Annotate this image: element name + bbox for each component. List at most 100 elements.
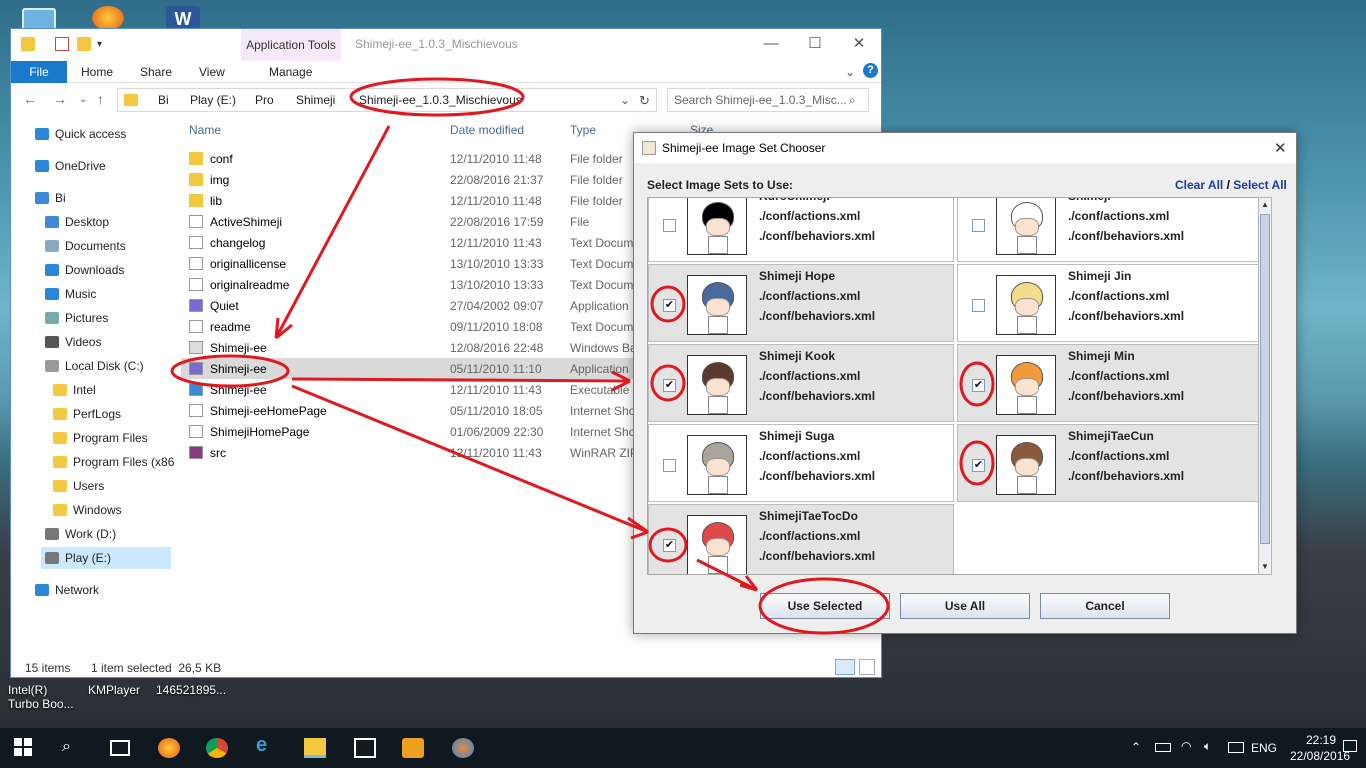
customize-qat-icon[interactable]: ▾ <box>97 39 111 53</box>
image-set-card-shimeji-suga[interactable]: Shimeji Suga ./conf/actions.xml ./conf/beh… <box>648 424 954 502</box>
nav-item-quick-access[interactable]: Quick access <box>35 123 126 145</box>
language-indicator[interactable]: ENG <box>1251 741 1277 755</box>
windows-start-icon[interactable] <box>14 738 32 756</box>
nav-item-network[interactable]: Network <box>35 579 99 601</box>
details-view-icon[interactable] <box>835 659 855 675</box>
cancel-button[interactable]: Cancel <box>1040 593 1170 619</box>
select-all-link[interactable]: Select All <box>1233 178 1287 192</box>
media-player-icon[interactable] <box>402 738 424 758</box>
new-folder-icon[interactable] <box>77 37 91 51</box>
battery-icon[interactable] <box>1155 743 1171 752</box>
scroll-thumb[interactable] <box>1260 214 1270 544</box>
clear-all-link[interactable]: Clear All <box>1175 178 1223 192</box>
image-set-checkbox[interactable]: ✔ <box>972 379 985 392</box>
firefox-desktop-icon[interactable] <box>92 6 124 30</box>
image-set-card-shimeji[interactable]: Shimeji ./conf/actions.xml ./conf/behavior… <box>957 198 1263 262</box>
image-set-checkbox[interactable] <box>972 299 985 312</box>
vertical-scrollbar[interactable]: ▲ ▼ <box>1258 197 1272 575</box>
task-view-icon[interactable] <box>110 740 130 756</box>
image-set-card-shimeji-jin[interactable]: Shimeji Jin ./conf/actions.xml ./conf/beha… <box>957 264 1263 342</box>
store-icon[interactable] <box>354 738 376 758</box>
nav-item-perflogs[interactable]: PerfLogs <box>53 403 121 425</box>
nav-item-documents[interactable]: Documents <box>45 235 126 257</box>
nav-item-bi[interactable]: Bi <box>35 187 66 209</box>
column-name[interactable]: Name <box>189 123 221 137</box>
image-set-checkbox[interactable] <box>663 219 676 232</box>
breadcrumb-pro[interactable]: Pro <box>255 93 274 107</box>
use-all-button[interactable]: Use All <box>900 593 1030 619</box>
chrome-icon[interactable] <box>206 738 228 758</box>
dialog-close-button[interactable]: ✕ <box>1274 139 1287 157</box>
forward-icon[interactable]: → <box>53 91 67 107</box>
nav-item-users[interactable]: Users <box>53 475 104 497</box>
desktop-label-kmplayer[interactable]: KMPlayer <box>88 683 140 697</box>
scroll-up-icon[interactable]: ▲ <box>1259 198 1271 212</box>
tab-manage[interactable]: Manage <box>269 65 312 79</box>
show-hidden-icons-icon[interactable]: ⌃ <box>1131 740 1141 754</box>
tab-view[interactable]: View <box>199 65 225 79</box>
image-set-card-shimejitaetocdo[interactable]: ✔ ShimejiTaeTocDo ./conf/actions.xml ./conf… <box>648 504 954 574</box>
close-button[interactable]: ✕ <box>837 33 881 55</box>
recent-locations-icon[interactable]: ⌄ <box>79 94 87 105</box>
up-icon[interactable]: ↑ <box>97 91 104 107</box>
breadcrumb-current[interactable]: Shimeji-ee_1.0.3_Mischievous <box>359 93 522 107</box>
nav-item-intel[interactable]: Intel <box>53 379 96 401</box>
image-set-checkbox[interactable] <box>663 459 676 472</box>
file-explorer-icon[interactable] <box>304 738 326 758</box>
notifications-icon[interactable] <box>1343 740 1357 752</box>
breadcrumb-bi[interactable]: Bi <box>158 93 169 107</box>
image-set-card-shimeji-kook[interactable]: ✔ Shimeji Kook ./conf/actions.xml ./conf/be… <box>648 344 954 422</box>
keyboard-icon[interactable] <box>1228 742 1244 753</box>
scroll-down-icon[interactable]: ▼ <box>1259 560 1271 574</box>
image-set-checkbox[interactable] <box>972 219 985 232</box>
nav-item-program-files[interactable]: Program Files <box>53 427 148 449</box>
tab-home[interactable]: Home <box>81 65 113 79</box>
tab-share[interactable]: Share <box>140 65 172 79</box>
nav-item-windows[interactable]: Windows <box>53 499 122 521</box>
address-bar[interactable]: Bi Play (E:) Pro Shimeji Shimeji-ee_1.0.… <box>117 88 657 112</box>
image-set-checkbox[interactable]: ✔ <box>972 459 985 472</box>
column-date[interactable]: Date modified <box>450 123 524 137</box>
refresh-icon[interactable]: ↻ <box>639 93 650 109</box>
edge-icon[interactable]: e <box>256 734 278 756</box>
nav-item-music[interactable]: Music <box>45 283 96 305</box>
nav-item-local-disk-c-[interactable]: Local Disk (C:) <box>45 355 144 377</box>
clock-date[interactable]: 22/08/2016 <box>1290 749 1350 763</box>
back-icon[interactable]: ← <box>23 91 37 107</box>
search-icon[interactable]: ⌕ <box>62 738 84 758</box>
use-selected-button[interactable]: Use Selected <box>760 593 890 619</box>
expand-ribbon-icon[interactable]: ⌄ <box>845 65 855 79</box>
help-icon[interactable]: ? <box>863 63 878 78</box>
maximize-button[interactable]: ☐ <box>793 33 837 55</box>
image-set-checkbox[interactable]: ✔ <box>663 299 676 312</box>
properties-icon[interactable] <box>55 37 69 51</box>
image-set-checkbox[interactable]: ✔ <box>663 539 676 552</box>
image-set-card-kuroshimeji[interactable]: KuroShimeji ./conf/actions.xml ./conf/beha… <box>648 198 954 262</box>
nav-item-desktop[interactable]: Desktop <box>45 211 109 233</box>
image-set-checkbox[interactable]: ✔ <box>663 379 676 392</box>
search-input[interactable]: Search Shimeji-ee_1.0.3_Misc... <box>667 88 869 112</box>
image-set-card-shimeji-hope[interactable]: ✔ Shimeji Hope ./conf/actions.xml ./conf/be… <box>648 264 954 342</box>
minimize-button[interactable]: — <box>749 33 793 55</box>
wifi-icon[interactable]: ◠ <box>1181 739 1191 753</box>
firefox-icon[interactable] <box>158 738 180 758</box>
image-set-card-shimejitaecun[interactable]: ✔ ShimejiTaeCun ./conf/actions.xml ./conf/b… <box>957 424 1263 502</box>
desktop-label-intel[interactable]: Intel(R) Turbo Boo... <box>8 683 78 711</box>
nav-item-work-d-[interactable]: Work (D:) <box>45 523 116 545</box>
nav-item-videos[interactable]: Videos <box>45 331 101 353</box>
nav-item-onedrive[interactable]: OneDrive <box>35 155 106 177</box>
nav-item-downloads[interactable]: Downloads <box>45 259 124 281</box>
volume-icon[interactable]: 🔈︎ <box>1204 739 1211 754</box>
image-set-card-shimeji-min[interactable]: ✔ Shimeji Min ./conf/actions.xml ./conf/beh… <box>957 344 1263 422</box>
large-icons-view-icon[interactable] <box>859 659 875 675</box>
column-type[interactable]: Type <box>570 123 596 137</box>
clock-time[interactable]: 22:19 <box>1306 733 1336 747</box>
nav-item-play-e-[interactable]: Play (E:) <box>41 547 171 569</box>
breadcrumb-play[interactable]: Play (E:) <box>190 93 236 107</box>
breadcrumb-shimeji[interactable]: Shimeji <box>296 93 335 107</box>
desktop-label-file[interactable]: 146521895... <box>156 683 226 697</box>
tab-file[interactable]: File <box>11 61 67 83</box>
paint-icon[interactable] <box>452 738 474 758</box>
nav-item-program-files-x86[interactable]: Program Files (x86 <box>53 451 174 473</box>
nav-item-pictures[interactable]: Pictures <box>45 307 108 329</box>
